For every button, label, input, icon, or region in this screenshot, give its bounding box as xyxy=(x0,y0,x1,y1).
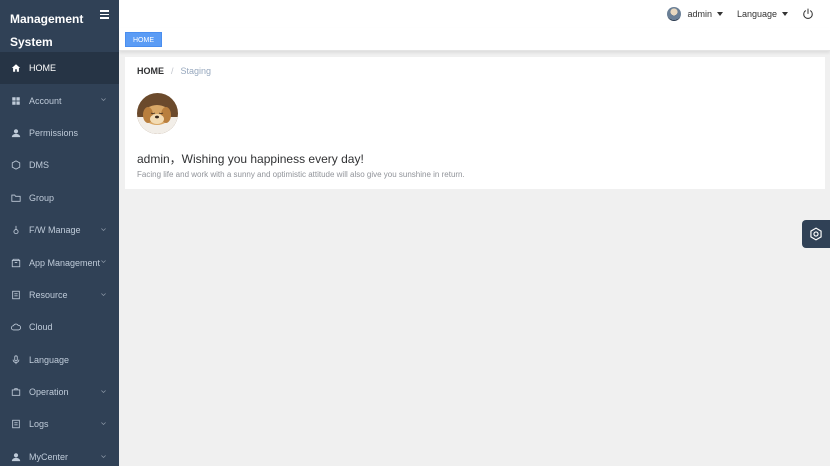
home-icon xyxy=(11,63,21,73)
sidebar-item-label: F/W Manage xyxy=(29,225,81,236)
tags-view: HOME xyxy=(119,28,830,51)
sidebar-item-label: MyCenter xyxy=(29,451,69,462)
settings-button[interactable] xyxy=(802,220,830,248)
sidebar-item-label: Operation xyxy=(29,387,69,398)
chevron-down-icon xyxy=(101,390,106,393)
box-icon xyxy=(11,258,21,268)
sidebar-item-cloud[interactable]: Cloud xyxy=(0,311,119,343)
folder-icon xyxy=(11,193,21,203)
motto-text: Facing life and work with a sunny and op… xyxy=(137,170,465,179)
gear-icon xyxy=(810,227,822,241)
user-avatar xyxy=(667,7,682,21)
document-icon xyxy=(11,290,21,300)
sidebar-item-dms[interactable]: DMS xyxy=(0,149,119,181)
breadcrumb-home[interactable]: HOME xyxy=(137,66,164,76)
tool-icon xyxy=(11,225,21,235)
sidebar-item-f-w-manage[interactable]: F/W Manage xyxy=(0,214,119,246)
sidebar-item-label: App Management xyxy=(29,257,101,268)
sidebar-item-permissions[interactable]: Permissions xyxy=(0,117,119,149)
briefcase-icon xyxy=(11,387,21,397)
language-dropdown[interactable]: Language xyxy=(737,9,788,19)
brand-title: Management System xyxy=(10,12,84,49)
user-name: admin xyxy=(687,9,712,19)
sidebar-item-label: Cloud xyxy=(29,322,53,333)
breadcrumb: HOME / Staging xyxy=(137,66,211,76)
sidebar-item-label: DMS xyxy=(29,160,49,171)
user-icon xyxy=(11,128,21,138)
chevron-down-icon xyxy=(101,260,106,264)
sidebar-item-label: HOME xyxy=(29,63,56,74)
caret-down-icon xyxy=(782,12,788,16)
cloud-icon xyxy=(11,322,21,332)
hamburger-icon[interactable] xyxy=(100,10,109,19)
sidebar-item-group[interactable]: Group xyxy=(0,182,119,214)
top-navbar: admin Language xyxy=(119,0,830,28)
grid-icon xyxy=(11,96,21,106)
caret-down-icon xyxy=(716,12,723,16)
sidebar-item-label: Language xyxy=(29,354,70,365)
brand: Management System xyxy=(0,0,119,52)
microphone-icon xyxy=(11,355,21,365)
power-icon[interactable] xyxy=(802,8,814,20)
document-icon xyxy=(11,419,21,429)
sidebar-item-account[interactable]: Account xyxy=(0,84,119,116)
user-dropdown[interactable]: admin xyxy=(667,7,723,21)
sidebar: Management System HOME Account Permissions… xyxy=(0,0,119,466)
sidebar-item-resource[interactable]: Resource xyxy=(0,279,119,311)
sidebar-item-label: Resource xyxy=(29,289,68,300)
sidebar-item-operation[interactable]: Operation xyxy=(0,376,119,408)
user-icon xyxy=(11,452,21,462)
welcome-message: admin，Wishing you happiness every day! xyxy=(137,152,364,166)
sidebar-item-label: Group xyxy=(29,192,55,203)
tag-home[interactable]: HOME xyxy=(125,32,162,47)
profile-avatar xyxy=(137,93,178,134)
sidebar-item-mycenter[interactable]: MyCenter xyxy=(0,441,119,466)
chevron-down-icon xyxy=(101,228,106,231)
sidebar-item-label: Logs xyxy=(29,419,49,430)
sidebar-item-language[interactable]: Language xyxy=(0,344,119,376)
chevron-down-icon xyxy=(101,422,106,426)
sidebar-menu: HOME Account Permissions DMS Group F/W Manage… xyxy=(0,52,119,466)
chevron-down-icon xyxy=(101,98,106,102)
chip-icon xyxy=(11,160,21,171)
chevron-down-icon xyxy=(101,292,106,296)
sidebar-item-label: Permissions xyxy=(29,127,79,138)
sidebar-item-app-management[interactable]: App Management xyxy=(0,246,119,278)
breadcrumb-separator: / xyxy=(171,66,174,76)
dashboard-card: HOME / Staging admin，Wishing you happine… xyxy=(125,57,825,189)
language-label: Language xyxy=(736,9,777,19)
sidebar-item-logs[interactable]: Logs xyxy=(0,408,119,440)
chevron-down-icon xyxy=(101,454,106,458)
sidebar-item-label: Account xyxy=(29,95,62,106)
breadcrumb-current: Staging xyxy=(180,66,212,76)
sidebar-item-home[interactable]: HOME xyxy=(0,52,119,85)
